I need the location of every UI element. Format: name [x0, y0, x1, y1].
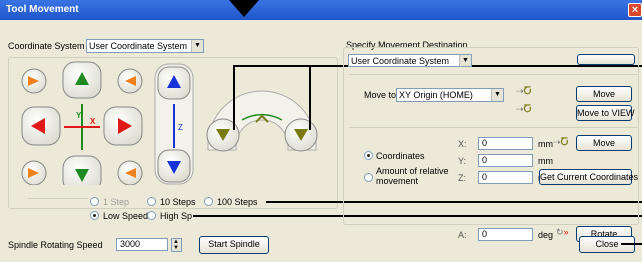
destination-coordinate-select[interactable]: User Coordinate System ▼: [348, 54, 472, 67]
spindle-speed-stepper[interactable]: ▲ ▼: [171, 238, 182, 252]
start-spindle-button[interactable]: Start Spindle: [199, 236, 269, 254]
y-input[interactable]: 0: [478, 154, 533, 167]
move-to-select[interactable]: XY Origin (HOME) ▼: [396, 88, 504, 102]
jog-x-minus-button[interactable]: [21, 106, 61, 146]
low-speed-label: Low Speed: [103, 211, 149, 221]
jog-up-left-button[interactable]: [21, 68, 47, 94]
callout-line: [621, 243, 642, 245]
title-bar: Tool Movement: [0, 0, 642, 20]
x-axis-label: X: [90, 117, 96, 126]
separator: [28, 198, 88, 199]
ten-steps-radio[interactable]: [147, 197, 156, 206]
z-label: Z:: [458, 173, 466, 183]
rotate-right-button[interactable]: [284, 118, 318, 152]
x-input[interactable]: 0: [478, 137, 533, 150]
low-speed-radio[interactable]: [90, 211, 99, 220]
coordinate-system-value: User Coordinate System: [89, 41, 188, 51]
spindle-speed-input[interactable]: 3000: [116, 238, 168, 251]
callout-line: [233, 65, 235, 130]
dropdown-arrow-icon: ▼: [191, 40, 203, 52]
move-to-view-button[interactable]: Move to VIEW: [576, 105, 635, 121]
move-to-label: Move to: [364, 90, 397, 100]
jog-z-minus-button[interactable]: [157, 149, 191, 183]
z-input[interactable]: 0: [478, 171, 533, 184]
window-title: Tool Movement: [6, 4, 79, 15]
get-current-coordinates-button[interactable]: Get Current Coordinates: [539, 169, 638, 185]
move-to-value: XY Origin (HOME): [399, 90, 473, 100]
one-step-label: 1 Step: [103, 197, 130, 207]
high-speed-radio[interactable]: [147, 211, 156, 220]
y-label: Y:: [458, 156, 467, 166]
coordinate-system-label: Coordinate System: [8, 41, 85, 51]
x-label: X:: [458, 139, 467, 149]
jog-y-minus-button[interactable]: [62, 155, 102, 185]
ten-steps-label: 10 Steps: [160, 197, 196, 207]
move-button[interactable]: Move: [576, 86, 632, 102]
jog-x-plus-button[interactable]: [103, 106, 143, 146]
z-axis-label: Z: [178, 123, 183, 132]
jog-up-right-button[interactable]: [117, 68, 143, 94]
tool-icon: ⇢Ⴀ: [516, 104, 532, 114]
jog-down-right-button[interactable]: [117, 160, 143, 185]
one-step-radio[interactable]: [90, 197, 99, 206]
jog-pad: Y X Z: [21, 61, 318, 185]
relative-movement-label-line1: Amount of relative: [376, 166, 449, 176]
tool-icon: ⇢Ⴀ: [516, 86, 532, 96]
high-speed-label: High Sp: [160, 211, 193, 221]
y-axis-label: Y: [76, 111, 82, 120]
a-label: A:: [458, 230, 467, 240]
jog-z-plus-button[interactable]: [157, 66, 191, 100]
relative-movement-label-line2: movement: [376, 176, 419, 186]
window-close-icon[interactable]: ×: [628, 3, 642, 17]
coordinates-label: Coordinates: [376, 151, 425, 161]
x-unit: mm: [538, 139, 553, 149]
rotate-icon: ↻»: [556, 227, 569, 237]
hidden-button[interactable]: [577, 54, 635, 65]
separator: [349, 127, 637, 128]
y-unit: mm: [538, 156, 553, 166]
callout-pointer-arrow: [229, 0, 259, 17]
hundred-steps-radio[interactable]: [204, 197, 213, 206]
relative-movement-radio[interactable]: [364, 173, 373, 182]
callout-line: [233, 65, 311, 67]
spindle-speed-label: Spindle Rotating Speed: [8, 240, 103, 250]
dropdown-arrow-icon: ▼: [491, 89, 503, 101]
hundred-steps-label: 100 Steps: [217, 197, 258, 207]
a-input[interactable]: 0: [478, 228, 533, 241]
relative-movement-label: Amount of relative movement: [376, 166, 449, 186]
coordinate-move-button[interactable]: Move: [576, 135, 632, 151]
coordinate-system-select[interactable]: User Coordinate System ▼: [86, 39, 204, 53]
coordinates-radio[interactable]: [364, 151, 373, 160]
tool-icon: ⇢Ⴀ: [553, 137, 569, 147]
destination-coordinate-value: User Coordinate System: [351, 56, 450, 66]
a-unit: deg: [538, 230, 554, 240]
jog-y-plus-button[interactable]: [62, 61, 102, 99]
callout-line: [309, 65, 311, 130]
dropdown-arrow-icon: ▼: [459, 55, 471, 66]
jog-down-left-button[interactable]: [21, 160, 47, 185]
stepper-down-icon: ▼: [173, 245, 179, 251]
